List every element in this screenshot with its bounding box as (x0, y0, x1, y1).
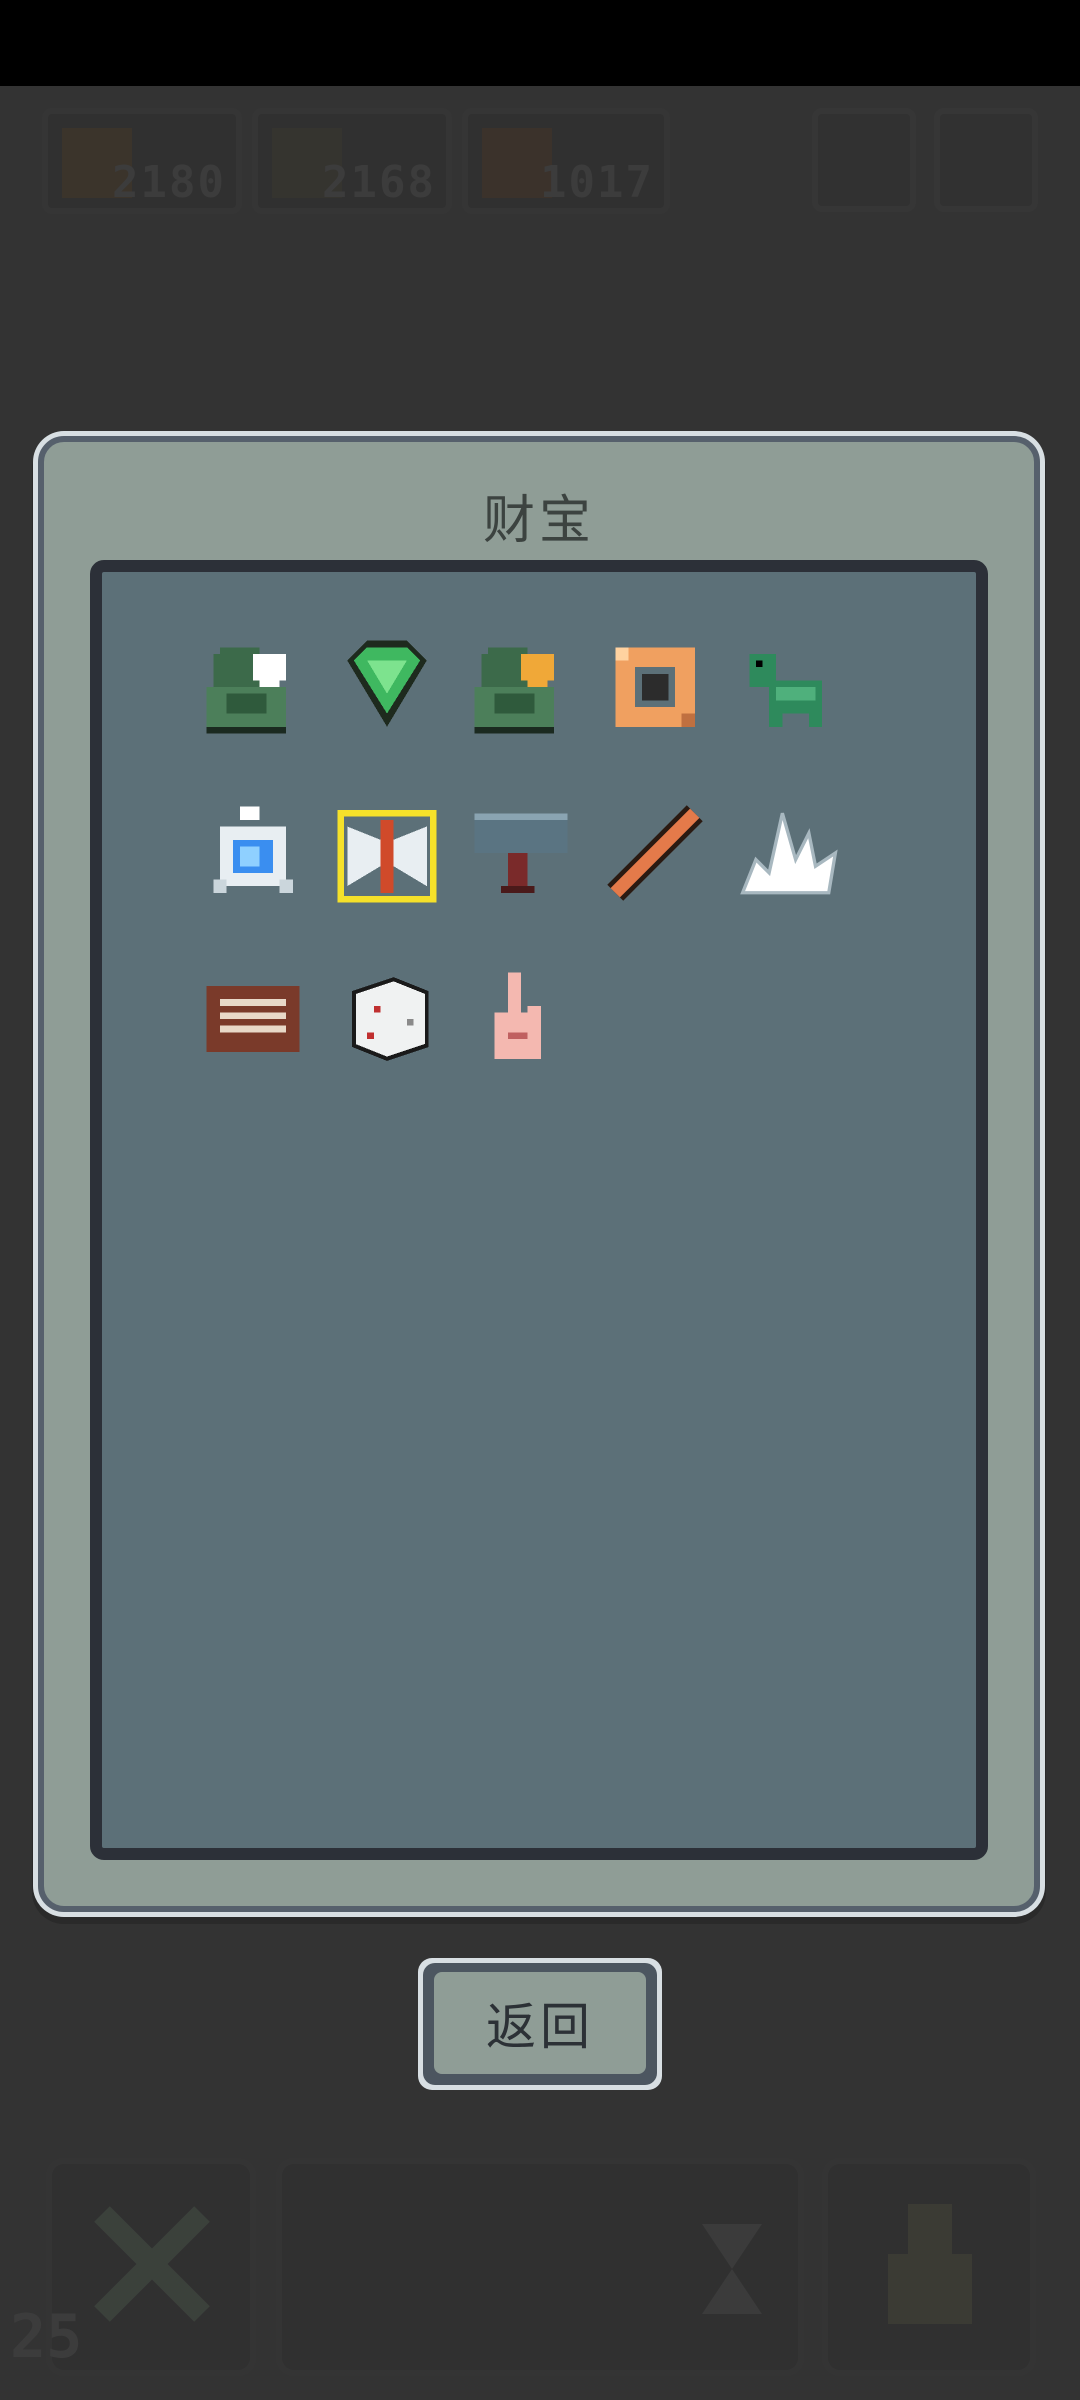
treasure-item[interactable] (736, 800, 842, 906)
settings-button[interactable] (812, 108, 916, 212)
treasure-item[interactable] (602, 800, 708, 906)
panel-title: 财宝 (482, 491, 595, 551)
treasure-item[interactable] (334, 634, 440, 740)
treasure-grid (90, 560, 988, 1860)
stat-value-3: 1017 (540, 157, 654, 208)
treasure-item[interactable] (736, 634, 842, 740)
treasure-item[interactable] (468, 966, 574, 1072)
stat-value-2: 2168 (322, 157, 436, 208)
back-button-label: 返回 (434, 1972, 646, 2074)
wait-button[interactable] (276, 2158, 804, 2376)
war-hammer-icon (474, 813, 568, 893)
double-axe-icon (337, 809, 437, 903)
menu-button[interactable] (934, 108, 1038, 212)
green-hood-gold-heart-icon (474, 647, 555, 734)
treasure-item[interactable] (200, 634, 306, 740)
finger-icon (494, 972, 541, 1059)
green-gem-icon (347, 640, 427, 727)
character-icon (888, 2204, 972, 2324)
treasure-item[interactable] (602, 634, 708, 740)
character-button[interactable] (822, 2158, 1036, 2376)
stat-box-3: 1017 (462, 108, 670, 214)
stat-box-1: 2180 (42, 108, 242, 214)
treasure-item[interactable] (334, 966, 440, 1072)
green-hood-white-heart-icon (206, 647, 287, 734)
level-number: 25 (10, 2302, 83, 2372)
white-dice-icon (351, 977, 429, 1061)
treasure-panel: 财宝 (38, 436, 1040, 1912)
blue-crystal-amulet-icon (213, 806, 293, 893)
treasure-item[interactable] (468, 634, 574, 740)
orange-ring-icon (615, 647, 695, 727)
white-crystal-icon (740, 812, 838, 895)
treasure-item[interactable] (200, 800, 306, 906)
stat-value-1: 2180 (112, 157, 226, 208)
stat-box-2: 2168 (252, 108, 452, 214)
orange-stick-icon (607, 805, 703, 901)
treasure-item[interactable] (468, 800, 574, 906)
green-turtle-icon (749, 653, 823, 727)
hourglass-icon (702, 2224, 762, 2314)
brown-chest-icon (206, 985, 300, 1053)
treasure-item[interactable] (200, 966, 306, 1072)
status-bar (0, 0, 1080, 86)
back-button[interactable]: 返回 (418, 1958, 662, 2090)
treasure-item[interactable] (334, 800, 440, 906)
